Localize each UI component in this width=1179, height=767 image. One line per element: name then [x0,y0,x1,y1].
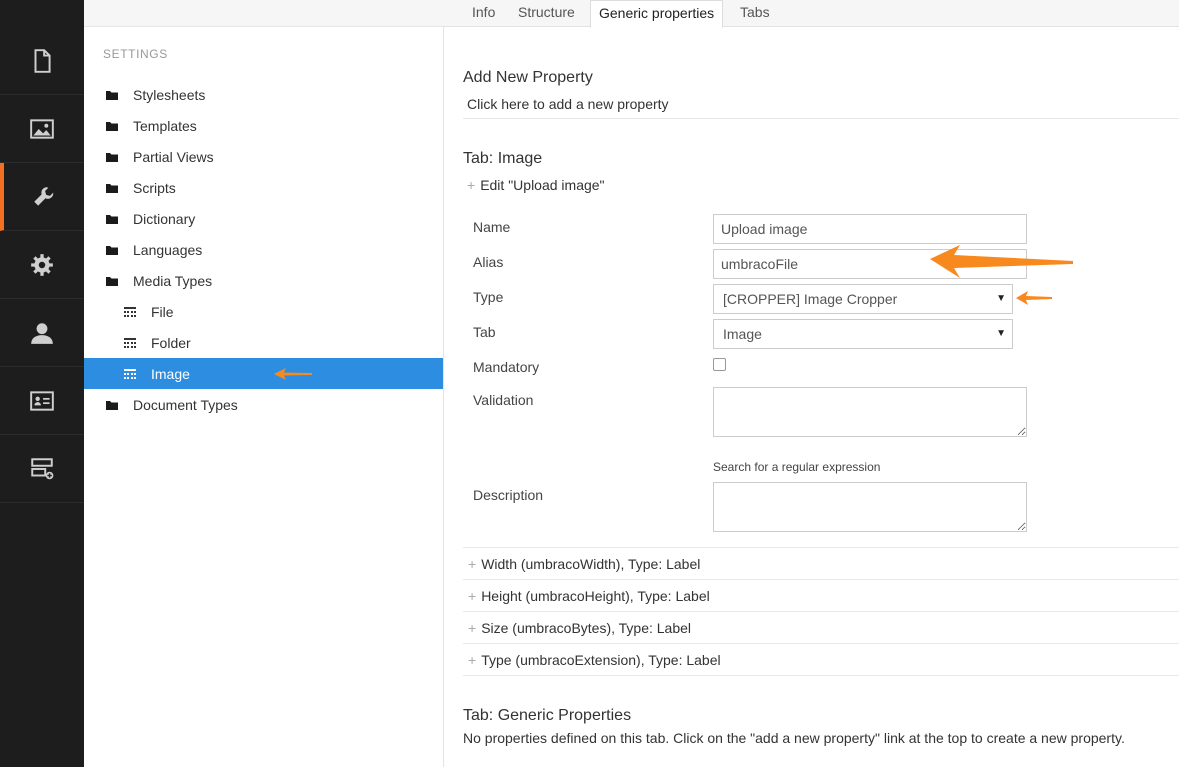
tree-item-label: Partial Views [133,148,214,165]
media-type-icon [124,368,136,379]
rail-forms[interactable] [0,435,84,503]
mandatory-checkbox[interactable] [713,358,726,371]
plus-icon: + [468,556,477,572]
tab-generic-properties-title: Tab: Generic Properties [463,707,632,724]
plus-icon: + [468,652,477,668]
folder-icon [106,276,118,286]
annotation-arrow-icon [274,368,312,380]
tab-label: Tab [473,324,496,340]
tree-item-scripts[interactable]: Scripts [84,172,443,203]
tree-item-label: Image [151,365,190,382]
tree-top-strip [84,0,444,27]
tab-bar: Info Structure Generic properties Tabs [444,0,1179,28]
folder-icon [106,121,118,131]
type-label: Type [473,289,504,305]
plus-icon: + [468,620,477,636]
tree-item-label: Document Types [133,396,238,413]
tree-panel: SETTINGS Stylesheets Templates Partial V… [84,0,444,767]
tree-item-label: Dictionary [133,210,196,227]
tree-item-document-types[interactable]: Document Types [84,389,443,420]
alias-label: Alias [473,254,504,270]
rail-settings[interactable] [0,163,84,231]
tree-item-dictionary[interactable]: Dictionary [84,203,443,234]
tree-item-templates[interactable]: Templates [84,110,443,141]
validation-label: Validation [473,392,534,408]
folder-icon [106,183,118,193]
property-row-extension[interactable]: + Type (umbracoExtension), Type: Label [463,644,1179,676]
rail-media[interactable] [0,95,84,163]
type-select-value: [CROPPER] Image Cropper [723,291,898,307]
tree-item-label: File [151,303,174,320]
settings-wrench-icon [34,186,54,206]
chevron-down-icon: ▼ [996,328,1006,339]
tree-item-label: Folder [151,334,191,351]
tree-item-folder[interactable]: Folder [84,327,443,358]
forms-icon [31,457,54,479]
description-label: Description [473,487,544,503]
tree-item-label: Languages [133,241,203,258]
property-row-label: Height (umbracoHeight), Type: Label [481,588,710,604]
rail-members[interactable] [0,367,84,435]
media-icon [30,118,54,139]
rail-users[interactable] [0,299,84,367]
property-row-label: Type (umbracoExtension), Type: Label [481,652,721,668]
users-icon [31,322,53,344]
name-input[interactable] [713,214,1027,244]
edit-property-label: Edit "Upload image" [480,177,605,193]
content-icon [34,48,51,73]
members-icon [30,390,54,411]
media-type-icon [124,337,136,348]
plus-icon: + [467,177,476,193]
tab-info[interactable]: Info [464,0,503,27]
no-properties-text: No properties defined on this tab. Click… [463,730,1125,746]
chevron-down-icon: ▼ [996,293,1006,304]
name-label: Name [473,219,511,235]
property-row-label: Width (umbracoWidth), Type: Label [481,556,701,572]
tree-item-languages[interactable]: Languages [84,234,443,265]
tree-item-media-types[interactable]: Media Types [84,265,443,296]
folder-icon [106,245,118,255]
folder-icon [106,90,118,100]
tree-item-stylesheets[interactable]: Stylesheets [84,79,443,110]
tab-select[interactable]: Image ▼ [713,319,1013,349]
mandatory-label: Mandatory [473,359,540,375]
tab-select-value: Image [723,326,762,342]
edit-property-toggle[interactable]: + Edit "Upload image" [467,177,605,193]
tree-item-label: Stylesheets [133,86,206,103]
property-row-height[interactable]: + Height (umbracoHeight), Type: Label [463,580,1179,612]
annotation-arrow-icon [930,245,1073,278]
property-row-size[interactable]: + Size (umbracoBytes), Type: Label [463,612,1179,644]
plus-icon: + [468,588,477,604]
tab-generic-properties[interactable]: Generic properties [590,0,724,28]
validation-textarea[interactable] [713,387,1027,437]
type-select[interactable]: [CROPPER] Image Cropper ▼ [713,284,1013,314]
rail-developer[interactable] [0,231,84,299]
developer-gear-icon [31,253,53,276]
folder-icon [106,214,118,224]
tab-image-title: Tab: Image [463,150,543,167]
divider [463,118,1179,119]
tree-heading: SETTINGS [103,47,168,61]
annotation-arrow-icon [1016,291,1052,305]
property-row-width[interactable]: + Width (umbracoWidth), Type: Label [463,548,1179,580]
tree-item-label: Templates [133,117,197,134]
tree-item-image[interactable]: Image [84,358,443,389]
tree-item-label: Media Types [133,272,213,289]
tab-structure[interactable]: Structure [510,0,583,27]
tab-tabs[interactable]: Tabs [732,0,778,27]
add-new-property-title: Add New Property [463,69,593,86]
media-type-icon [124,306,136,317]
folder-icon [106,400,118,410]
tree-item-label: Scripts [133,179,176,196]
app-rail [0,0,84,767]
tree-item-file[interactable]: File [84,296,443,327]
regex-search-link[interactable]: Search for a regular expression [713,460,880,474]
folder-icon [106,152,118,162]
property-row-label: Size (umbracoBytes), Type: Label [481,620,692,636]
add-new-property-link[interactable]: Click here to add a new property [467,96,669,112]
rail-content[interactable] [0,27,84,95]
tree-item-partial-views[interactable]: Partial Views [84,141,443,172]
description-textarea[interactable] [713,482,1027,532]
editor-panel: Info Structure Generic properties Tabs A… [444,0,1179,767]
